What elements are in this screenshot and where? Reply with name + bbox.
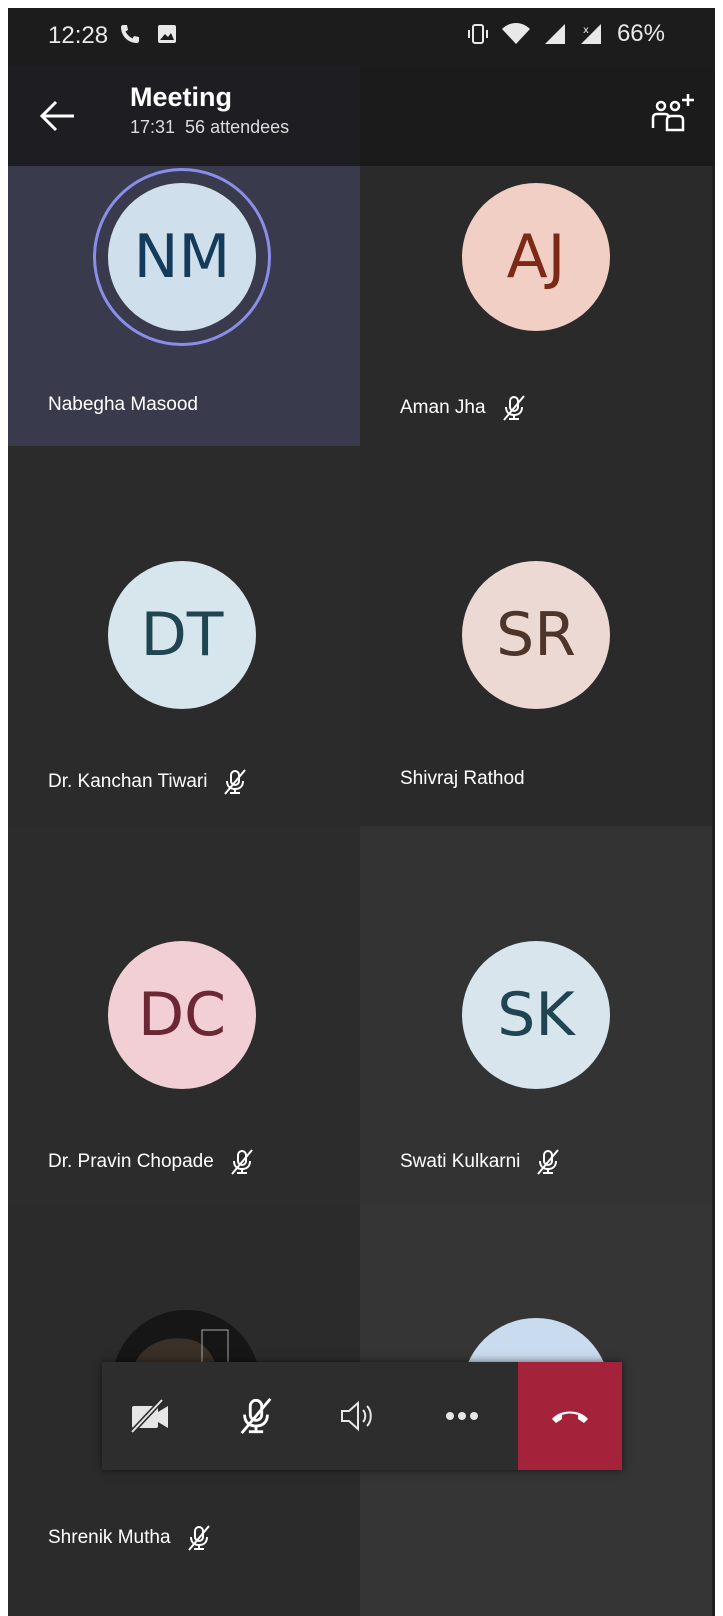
mic-off-icon [231,1149,253,1175]
participant-name: Dr. Kanchan Tiwari [48,771,208,792]
participant-name: Shivraj Rathod [400,768,525,789]
speaker-icon [341,1400,372,1432]
mute-button[interactable] [208,1362,304,1470]
avatar: DT [108,561,256,709]
avatar: NM [108,183,256,331]
participant-name: Nabegha Masood [48,394,198,415]
avatar: DC [108,941,256,1089]
meeting-screen: 12:28 x 66% Meeting 17:31 56 attendees N… [8,8,715,1616]
participant-tile[interactable]: DT Dr. Kanchan Tiwari [8,446,360,826]
participant-tile[interactable]: NM Nabegha Masood [8,166,360,446]
signal-icon [544,24,565,44]
add-people-icon[interactable] [645,90,697,142]
mic-off-icon [502,395,525,421]
participant-tile[interactable]: AJ Aman Jha [360,166,712,446]
participant-name: Dr. Pravin Chopade [48,1151,214,1172]
image-icon [158,25,176,43]
meeting-header: Meeting 17:31 56 attendees [8,66,715,166]
avatar: AJ [462,183,610,331]
svg-text:x: x [583,25,589,36]
avatar: SK [462,941,610,1089]
mic-off-icon [240,1397,272,1435]
participant-name: Swati Kulkarni [400,1151,521,1172]
attendee-count: 56 attendees [185,117,290,137]
call-controls [102,1362,622,1470]
wifi-icon [501,23,530,44]
mic-off-icon [537,1149,560,1175]
vibrate-icon [467,24,488,44]
status-time: 12:28 [48,22,109,49]
back-arrow-icon[interactable] [34,92,82,140]
participant-name: Shrenik Mutha [48,1527,171,1548]
camera-toggle-button[interactable] [102,1362,198,1470]
participant-tile[interactable]: SK Swati Kulkarni [360,826,712,1206]
more-options-button[interactable] [414,1362,510,1470]
participant-tile[interactable]: DC Dr. Pravin Chopade [8,826,360,1206]
participant-name: Aman Jha [400,397,486,418]
meeting-duration: 17:31 [130,117,176,137]
mic-off-icon [187,1525,210,1551]
phone-icon [121,25,139,43]
more-icon [446,1412,478,1420]
meeting-title: Meeting [130,82,233,112]
speaker-button[interactable] [310,1362,406,1470]
signal-x-icon: x [580,24,601,44]
status-bar: 12:28 x 66% [8,8,715,66]
camera-off-icon [130,1398,168,1434]
participant-tile[interactable]: SR Shivraj Rathod [360,446,712,826]
avatar: SR [462,561,610,709]
mic-off-icon [224,769,247,795]
battery-percent: 66% [616,20,665,47]
hang-up-icon [552,1411,588,1423]
hang-up-button[interactable] [518,1362,622,1470]
